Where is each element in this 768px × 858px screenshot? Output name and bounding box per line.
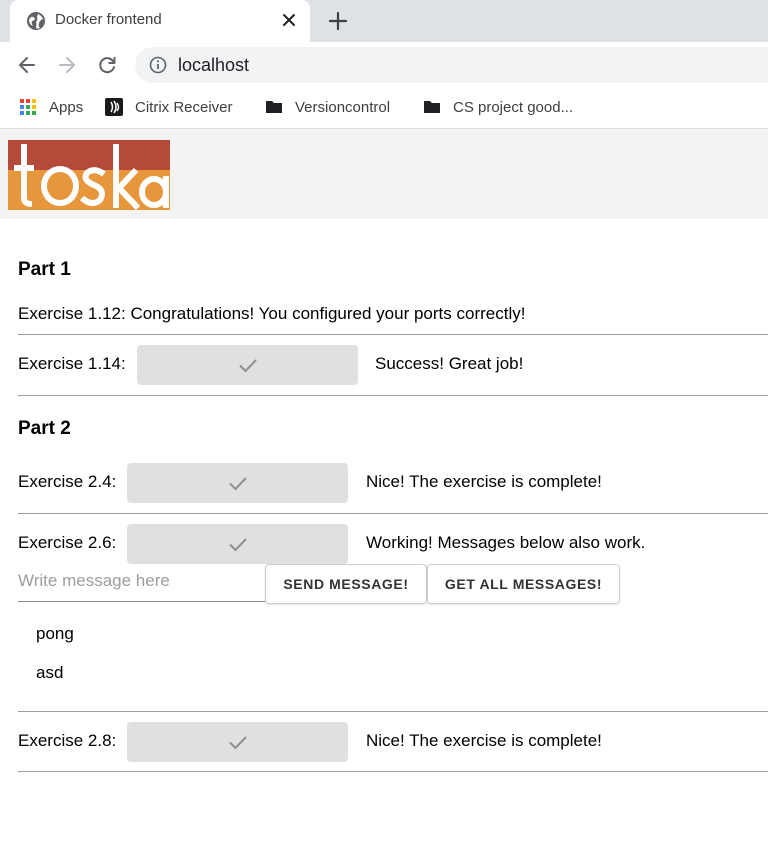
exercise-2-4-check-button[interactable] [127, 463, 348, 503]
exercise-1-12-text: Exercise 1.12: Congratulations! You conf… [18, 304, 526, 323]
checkmark-icon [228, 538, 247, 552]
divider [18, 771, 768, 772]
plus-icon[interactable] [327, 10, 349, 32]
part2-heading: Part 2 [18, 418, 71, 439]
send-message-button[interactable]: SEND MESSAGE! [265, 564, 427, 604]
tab-title: Docker frontend [55, 11, 162, 28]
apps-grid-icon [20, 99, 36, 115]
get-all-messages-button[interactable]: GET ALL MESSAGES! [427, 564, 620, 604]
bookmark-cs-project[interactable]: CS project good... [423, 88, 573, 126]
divider [18, 711, 768, 712]
bookmarks-bar: Apps Citrix Receiver Versioncontrol CS p… [0, 88, 768, 129]
exercise-2-6-label: Exercise 2.6: [18, 533, 117, 552]
tab-strip: Docker frontend [0, 0, 768, 42]
message-input[interactable] [18, 571, 258, 591]
exercise-2-8-check-button[interactable] [127, 722, 348, 762]
back-arrow-icon[interactable] [16, 54, 38, 76]
info-icon[interactable] [149, 56, 167, 74]
checkmark-icon [238, 359, 257, 373]
exercise-2-4-label: Exercise 2.4: [18, 472, 117, 491]
exercise-2-8-label: Exercise 2.8: [18, 731, 117, 750]
checkmark-icon [228, 736, 247, 750]
exercise-1-14-check-button[interactable] [137, 345, 358, 385]
divider [18, 395, 768, 396]
url-text: localhost [178, 55, 250, 75]
browser-tab[interactable]: Docker frontend [10, 0, 310, 42]
page-header [0, 129, 768, 219]
exercise-1-14-status: Success! Great job! [375, 354, 524, 373]
divider [18, 334, 768, 335]
folder-icon [424, 101, 440, 113]
exercise-2-6-status: Working! Messages below also work. [366, 533, 646, 552]
exercise-2-6-check-button[interactable] [127, 524, 348, 564]
reload-icon[interactable] [96, 54, 118, 76]
divider [18, 513, 768, 514]
forward-arrow-icon[interactable] [56, 54, 78, 76]
exercise-1-14-label: Exercise 1.14: [18, 354, 126, 373]
close-icon[interactable] [281, 12, 297, 28]
toska-logo [8, 140, 170, 210]
checkmark-icon [228, 477, 247, 491]
message-input-field[interactable] [18, 565, 265, 602]
bookmark-citrix[interactable]: Citrix Receiver [105, 88, 233, 126]
bookmark-label: Citrix Receiver [135, 98, 233, 116]
message-item: pong [36, 624, 74, 643]
address-bar[interactable]: localhost [135, 47, 768, 83]
exercise-2-8-status: Nice! The exercise is complete! [366, 731, 602, 750]
bookmark-label: Apps [49, 98, 84, 116]
part1-heading: Part 1 [18, 259, 71, 280]
bookmark-apps[interactable]: Apps [19, 88, 83, 126]
folder-icon [266, 101, 282, 113]
globe-icon [27, 12, 45, 30]
bookmark-label: CS project good... [453, 98, 574, 116]
citrix-icon [105, 98, 123, 116]
message-item: asd [36, 663, 64, 682]
browser-toolbar: localhost [0, 42, 768, 88]
bookmark-label: Versioncontrol [295, 98, 391, 116]
exercise-2-4-status: Nice! The exercise is complete! [366, 472, 602, 491]
bookmark-versioncontrol[interactable]: Versioncontrol [265, 88, 390, 126]
